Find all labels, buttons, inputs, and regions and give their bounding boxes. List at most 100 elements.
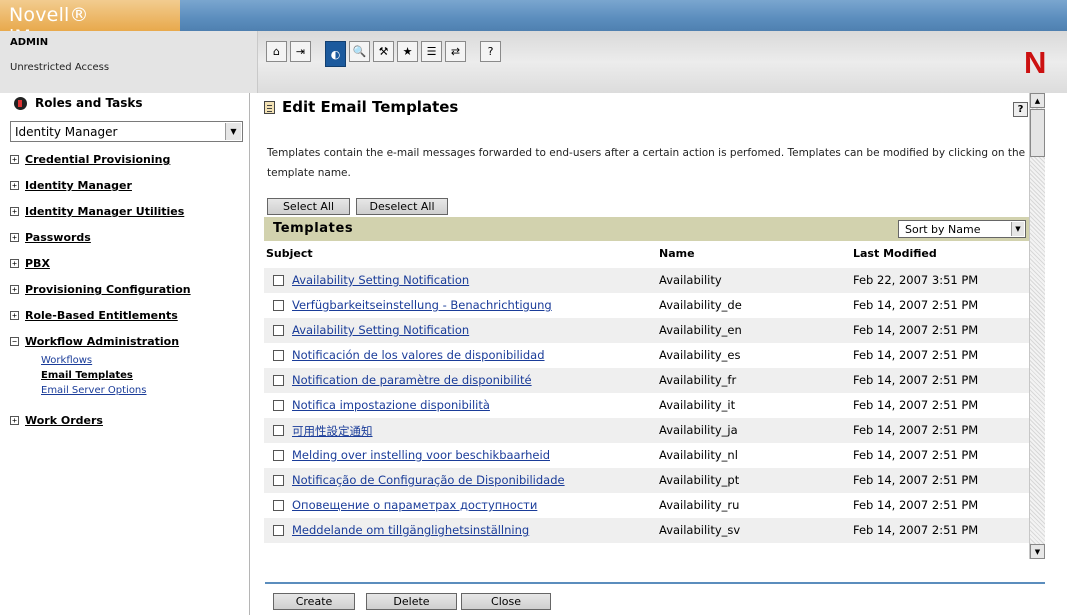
sidebar-item-identity-manager[interactable]: + Identity Manager (10, 179, 132, 192)
template-subject-link[interactable]: Availability Setting Notification (292, 273, 469, 287)
expand-icon[interactable]: + (10, 181, 19, 190)
template-modified: Feb 14, 2007 2:51 PM (853, 323, 979, 337)
row-checkbox[interactable] (273, 275, 284, 286)
template-subject-link[interactable]: Meddelande om tillgänglighetsinställning (292, 523, 529, 537)
main-toolbar: ⌂ ⇥ ◐ 🔍 ⚒ ★ ☰ ⇄ ? (266, 38, 501, 67)
row-checkbox[interactable] (273, 425, 284, 436)
chevron-down-icon[interactable]: ▼ (1011, 222, 1024, 236)
vertical-scrollbar[interactable]: ▲ ▼ (1029, 93, 1045, 559)
object-browser-icon[interactable]: ⇄ (445, 40, 466, 62)
row-checkbox[interactable] (273, 375, 284, 386)
table-row: 可用性設定通知 Availability_ja Feb 14, 2007 2:5… (264, 418, 1030, 443)
row-checkbox[interactable] (273, 300, 284, 311)
expand-icon[interactable]: + (10, 207, 19, 216)
sidebar-item-label[interactable]: Provisioning Configuration (25, 283, 191, 296)
sidebar-item-passwords[interactable]: + Passwords (10, 231, 91, 244)
sidebar-item-label[interactable]: Work Orders (25, 414, 103, 427)
sidebar-item-provisioning-configuration[interactable]: + Provisioning Configuration (10, 283, 191, 296)
row-checkbox[interactable] (273, 475, 284, 486)
exit-icon[interactable]: ⇥ (290, 40, 311, 62)
sidebar-subitem-email-server-options[interactable]: Email Server Options (41, 385, 146, 396)
sidebar-item-label[interactable]: PBX (25, 257, 50, 270)
roles-tasks-icon[interactable]: ◐ (325, 41, 346, 67)
sidebar-item-pbx[interactable]: + PBX (10, 257, 50, 270)
sidebar-subitem-workflows[interactable]: Workflows (41, 355, 92, 366)
sort-select-value: Sort by Name (905, 222, 981, 236)
sidebar-item-role-based-entitlements[interactable]: + Role-Based Entitlements (10, 309, 178, 322)
table-row: Meddelande om tillgänglighetsinställning… (264, 518, 1030, 543)
row-checkbox[interactable] (273, 400, 284, 411)
sidebar-item-label[interactable]: Passwords (25, 231, 91, 244)
role-select-value: Identity Manager (15, 124, 118, 139)
template-subject-link[interactable]: Notificação de Configuração de Disponibi… (292, 473, 565, 487)
configure-icon[interactable]: ⚒ (373, 40, 394, 62)
user-name: ADMIN (10, 37, 49, 48)
template-name: Availability_en (659, 323, 742, 337)
row-checkbox[interactable] (273, 450, 284, 461)
sidebar-item-credential-provisioning[interactable]: + Credential Provisioning (10, 153, 170, 166)
page-header: Edit Email Templates (264, 98, 458, 116)
scroll-down-icon[interactable]: ▼ (1030, 544, 1045, 559)
document-icon (264, 100, 275, 114)
preferences-icon[interactable]: ☰ (421, 40, 442, 62)
template-subject-link[interactable]: 可用性設定通知 (292, 423, 373, 439)
template-modified: Feb 14, 2007 2:51 PM (853, 448, 979, 462)
sidebar-item-work-orders[interactable]: + Work Orders (10, 414, 103, 427)
row-checkbox[interactable] (273, 500, 284, 511)
deselect-all-button[interactable]: Deselect All (356, 198, 448, 215)
sidebar-item-label[interactable]: Role-Based Entitlements (25, 309, 178, 322)
expand-icon[interactable]: + (10, 285, 19, 294)
expand-icon[interactable]: + (10, 259, 19, 268)
home-icon[interactable]: ⌂ (266, 40, 287, 62)
expand-icon[interactable]: + (10, 416, 19, 425)
column-header-modified[interactable]: Last Modified (853, 247, 937, 260)
template-subject-link[interactable]: Melding over instelling voor beschikbaar… (292, 448, 550, 462)
template-subject-link[interactable]: Notifica impostazione disponibilità (292, 398, 490, 412)
sort-select[interactable]: Sort by Name ▼ (898, 220, 1026, 238)
row-checkbox[interactable] (273, 325, 284, 336)
scroll-thumb[interactable] (1030, 109, 1045, 157)
help-icon[interactable]: ? (480, 40, 501, 62)
template-subject-link[interactable]: Notification de paramètre de disponibili… (292, 373, 532, 387)
scroll-up-icon[interactable]: ▲ (1030, 93, 1045, 108)
favorites-icon[interactable]: ★ (397, 40, 418, 62)
sidebar-item-identity-manager-utilities[interactable]: + Identity Manager Utilities (10, 205, 184, 218)
roles-title: Roles and Tasks (35, 96, 143, 110)
template-subject-link[interactable]: Notificación de los valores de disponibi… (292, 348, 545, 362)
template-name: Availability_ja (659, 423, 738, 437)
collapse-icon[interactable]: − (10, 337, 19, 346)
sidebar-item-label[interactable]: Identity Manager (25, 179, 132, 192)
sidebar-item-label[interactable]: Identity Manager Utilities (25, 205, 184, 218)
column-header-subject[interactable]: Subject (266, 247, 313, 260)
expand-icon[interactable]: + (10, 155, 19, 164)
row-checkbox[interactable] (273, 350, 284, 361)
template-modified: Feb 14, 2007 2:51 PM (853, 498, 979, 512)
row-checkbox[interactable] (273, 525, 284, 536)
role-select[interactable]: Identity Manager ▼ (10, 121, 243, 142)
roles-tasks-icon (14, 96, 27, 110)
templates-title: Templates (273, 221, 354, 236)
novell-logo: N (1024, 45, 1047, 80)
template-subject-link[interactable]: Оповещение о параметрах доступности (292, 498, 537, 512)
sidebar-item-label[interactable]: Workflow Administration (25, 335, 179, 348)
select-all-button[interactable]: Select All (267, 198, 350, 215)
chevron-down-icon[interactable]: ▼ (225, 123, 241, 140)
create-button[interactable]: Create (273, 593, 355, 610)
page-title: Edit Email Templates (282, 98, 459, 116)
sidebar-item-workflow-administration[interactable]: − Workflow Administration (10, 335, 179, 348)
column-header-name[interactable]: Name (659, 247, 695, 260)
help-button[interactable]: ? (1013, 102, 1028, 117)
template-modified: Feb 14, 2007 2:51 PM (853, 473, 979, 487)
template-subject-link[interactable]: Availability Setting Notification (292, 323, 469, 337)
template-subject-link[interactable]: Verfügbarkeitseinstellung - Benachrichti… (292, 298, 552, 312)
template-modified: Feb 14, 2007 2:51 PM (853, 523, 979, 537)
close-button[interactable]: Close (461, 593, 551, 610)
table-row: Melding over instelling voor beschikbaar… (264, 443, 1030, 468)
sidebar-subitem-email-templates[interactable]: Email Templates (41, 370, 133, 381)
sidebar-item-label[interactable]: Credential Provisioning (25, 153, 170, 166)
expand-icon[interactable]: + (10, 233, 19, 242)
expand-icon[interactable]: + (10, 311, 19, 320)
template-name: Availability_sv (659, 523, 741, 537)
delete-button[interactable]: Delete (366, 593, 457, 610)
view-objects-icon[interactable]: 🔍 (349, 40, 370, 62)
